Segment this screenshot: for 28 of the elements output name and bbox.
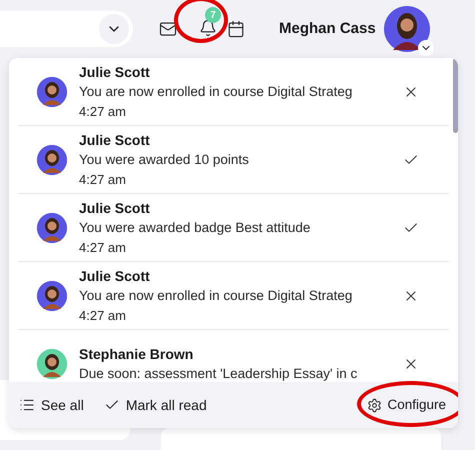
- see-all-button[interactable]: See all: [19, 394, 84, 416]
- mail-icon[interactable]: [159, 20, 177, 38]
- configure-button[interactable]: Configure: [367, 394, 446, 416]
- sender-name: Stephanie Brown: [79, 345, 194, 364]
- notification-message: Due soon: assessment 'Leadership Essay' in c: [79, 365, 358, 382]
- notification-time: 4:27 am: [79, 238, 127, 256]
- notification-message: You are now enrolled in course Digital Strateg: [79, 286, 354, 305]
- highlight-ring: [174, 0, 228, 43]
- sender-name: Julie Scott: [79, 62, 151, 82]
- notification-message: You were awarded badge Best attitude: [79, 218, 312, 237]
- search-field[interactable]: [0, 11, 133, 47]
- notification-badge: 7: [205, 7, 221, 23]
- notification-time: 4:27 am: [79, 306, 127, 324]
- notification-time: 4:27 am: [79, 170, 127, 188]
- mark-all-read-button[interactable]: Mark all read: [104, 394, 207, 416]
- settings-icon: [367, 398, 382, 412]
- sender-name: Julie Scott: [79, 130, 151, 150]
- scrollbar[interactable]: [453, 58, 458, 133]
- notification-time: 4:27 am: [79, 102, 127, 120]
- notification-message: You were awarded 10 points: [79, 150, 250, 169]
- calendar-icon[interactable]: [227, 20, 245, 38]
- sender-name: Julie Scott: [79, 198, 151, 218]
- notifications-icon[interactable]: [199, 19, 217, 37]
- chevron-icon[interactable]: [418, 40, 434, 56]
- notification-message: You are now enrolled in course Digital Strateg: [79, 82, 354, 101]
- user-name: Meghan Cass: [279, 18, 376, 39]
- sender-name: Julie Scott: [79, 266, 151, 286]
- dropdown-button[interactable]: [99, 14, 129, 44]
